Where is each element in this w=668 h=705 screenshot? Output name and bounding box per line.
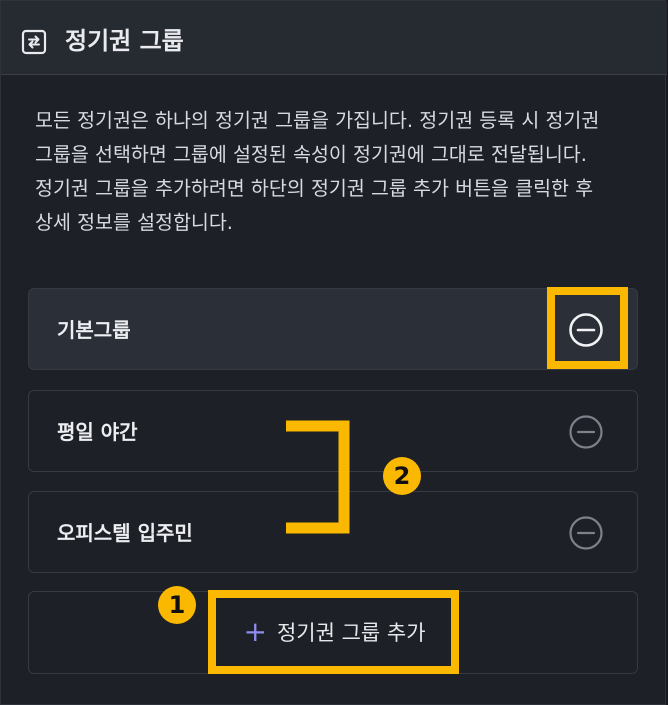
highlight-box-add [208,590,459,674]
group-label: 기본그룹 [57,318,131,342]
annotation-badge-2: 2 [383,457,421,495]
exchange-icon [21,29,47,55]
bracket-marker [286,420,350,534]
highlight-box-remove [547,287,628,369]
remove-circle-icon[interactable] [568,414,604,450]
group-label: 오피스텔 입주민 [57,521,193,545]
remove-circle-icon[interactable] [568,515,604,551]
panel-title: 정기권 그룹 [65,27,184,55]
annotation-badge-1: 1 [158,586,196,624]
group-label: 평일 야간 [57,420,138,444]
panel-header: 정기권 그룹 [1,1,667,75]
description-text: 모든 정기권은 하나의 정기권 그룹을 가집니다. 정기권 등록 시 정기권 그… [35,109,600,234]
